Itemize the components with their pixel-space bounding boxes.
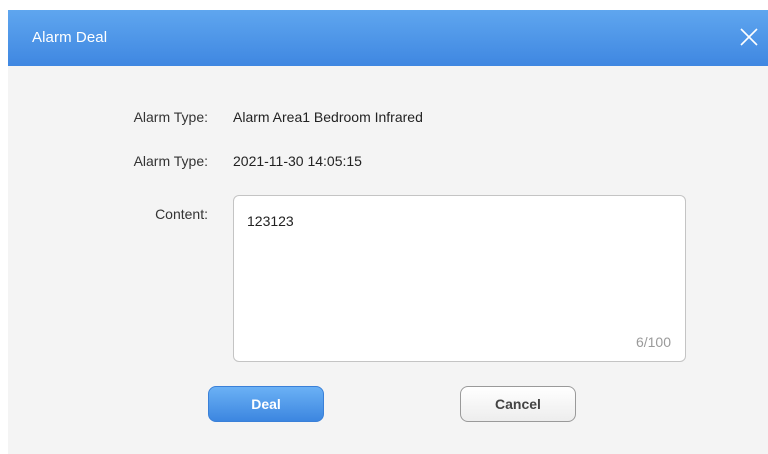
alarm-time-label: Alarm Type: [133, 153, 208, 169]
alarm-deal-dialog: Alarm Deal Alarm Type: Alarm Area1 Bedro… [8, 10, 768, 454]
content-textarea[interactable]: 123123 [247, 213, 667, 313]
alarm-time-value: 2021-11-30 14:05:15 [233, 153, 362, 169]
cancel-button[interactable]: Cancel [460, 386, 576, 422]
dialog-title: Alarm Deal [32, 29, 108, 46]
content-label: Content: [155, 206, 208, 222]
alarm-type-label: Alarm Type: [133, 109, 208, 125]
close-icon[interactable] [736, 24, 762, 50]
content-field[interactable]: 123123 6/100 [233, 195, 686, 362]
content-char-counter: 6/100 [635, 334, 671, 350]
alarm-type-value: Alarm Area1 Bedroom Infrared [233, 109, 423, 125]
dialog-titlebar: Alarm Deal [8, 10, 768, 66]
deal-button[interactable]: Deal [208, 386, 324, 422]
